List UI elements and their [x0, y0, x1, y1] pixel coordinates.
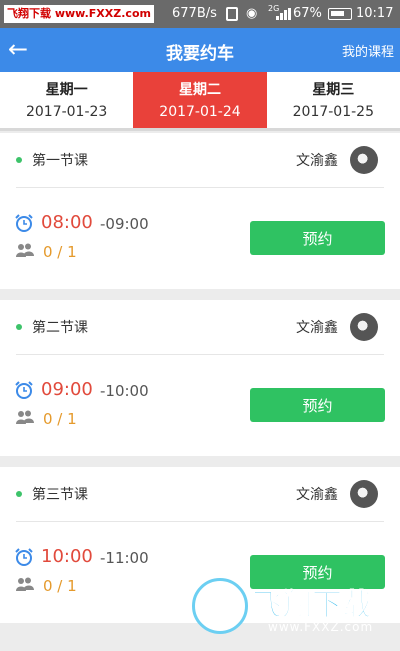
start-time: 08:00: [41, 212, 93, 233]
battery-icon: [328, 8, 352, 20]
logo-icon: [192, 578, 248, 634]
divider: [0, 128, 400, 131]
day-date: 2017-01-24: [159, 104, 241, 120]
book-button[interactable]: 预约: [250, 388, 385, 422]
avatar-icon: [350, 313, 378, 341]
alarm-clock-icon: [15, 214, 33, 232]
clock-time: 10:17: [356, 6, 394, 21]
people-icon: [16, 410, 34, 424]
people-icon: [16, 577, 34, 591]
battery-percent: 67%: [293, 6, 322, 21]
end-time: -10:00: [100, 382, 149, 400]
divider: [16, 521, 384, 522]
day-weekday: 星期三: [312, 82, 355, 98]
booking-count: 0 / 1: [43, 243, 77, 261]
signal-icon: [276, 8, 291, 20]
day-tab-tuesday[interactable]: 星期二 2017-01-24: [133, 72, 267, 128]
day-date: 2017-01-23: [25, 104, 108, 120]
day-weekday: 星期二: [178, 82, 221, 98]
divider: [16, 187, 384, 188]
booking-count: 0 / 1: [43, 410, 77, 428]
start-time: 10:00: [41, 546, 93, 567]
lesson-name: 第三节课: [32, 487, 88, 503]
lesson-name: 第二节课: [32, 320, 88, 336]
lesson-card: 第一节课 文渝鑫 08:00 -09:00 0 / 1 预约: [0, 133, 400, 289]
book-button[interactable]: 预约: [250, 221, 385, 255]
watermark-logo: 飞翔下载 www.FXXZ.com: [192, 578, 387, 638]
alarm-clock-icon: [15, 548, 33, 566]
end-time: -09:00: [100, 215, 149, 233]
end-time: -11:00: [100, 549, 149, 567]
day-tab-wednesday[interactable]: 星期三 2017-01-25: [267, 72, 400, 128]
people-icon: [16, 243, 34, 257]
divider: [16, 354, 384, 355]
day-date: 2017-01-25: [292, 104, 374, 120]
teacher-name: 文渝鑫: [296, 320, 338, 336]
booking-count: 0 / 1: [43, 577, 77, 595]
avatar-icon: [350, 480, 378, 508]
day-selector: 星期一 2017-01-23 星期二 2017-01-24 星期三 2017-0…: [0, 72, 400, 128]
my-courses-link[interactable]: 我的课程: [342, 41, 394, 60]
status-dot: [16, 491, 22, 497]
watermark-text: 飞翔下载: [252, 588, 373, 624]
title-bar: ← 我要约车 我的课程: [0, 28, 400, 72]
teacher-name: 文渝鑫: [296, 153, 338, 169]
network-speed: 677B/s: [172, 6, 217, 21]
status-dot: [16, 324, 22, 330]
teacher-name: 文渝鑫: [296, 487, 338, 503]
status-dot: [16, 157, 22, 163]
page-title: 我要约车: [166, 44, 234, 64]
wifi-icon: ◉: [246, 6, 258, 21]
day-weekday: 星期一: [45, 82, 88, 98]
lesson-name: 第一节课: [32, 153, 88, 169]
watermark-url: www.FXXZ.com: [268, 620, 374, 634]
status-bar: 飞翔下载 www.FXXZ.com 677B/s ◉ 2G 67% 10:17: [0, 0, 400, 28]
lesson-card: 第二节课 文渝鑫 09:00 -10:00 0 / 1 预约: [0, 300, 400, 456]
day-tab-monday[interactable]: 星期一 2017-01-23: [0, 72, 133, 128]
avatar-icon: [350, 146, 378, 174]
start-time: 09:00: [41, 379, 93, 400]
alarm-clock-icon: [15, 381, 33, 399]
watermark-banner: 飞翔下载 www.FXXZ.com: [4, 5, 154, 23]
vibrate-icon: [226, 7, 238, 21]
